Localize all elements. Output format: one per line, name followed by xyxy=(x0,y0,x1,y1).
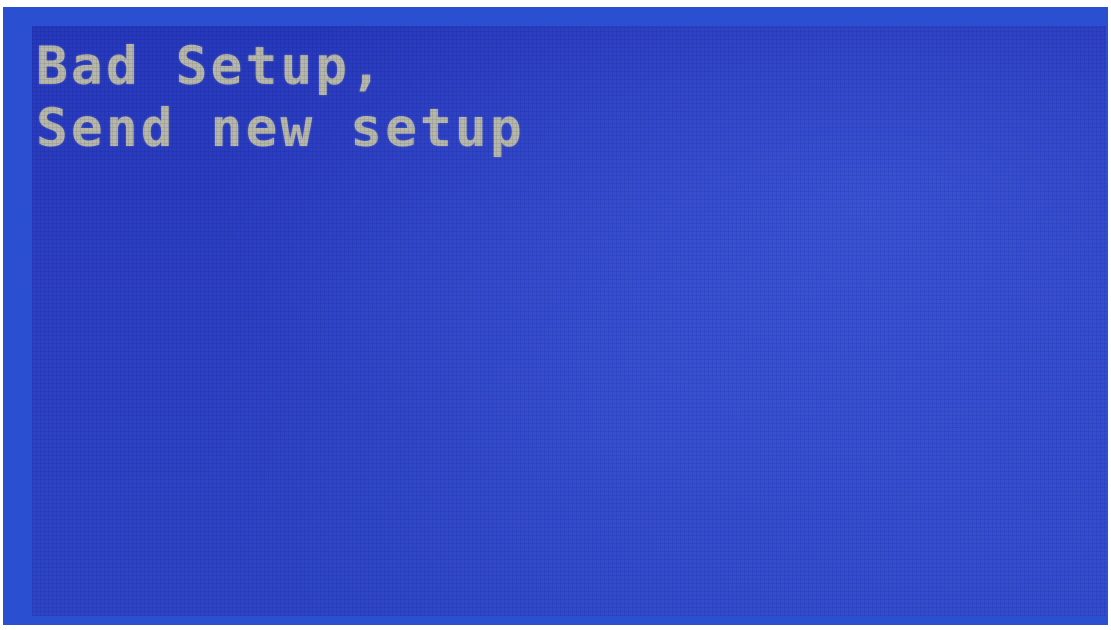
error-line-1: Bad Setup, xyxy=(36,36,386,97)
photo-frame: Bad Setup, Send new setup xyxy=(0,0,1111,630)
error-message: Bad Setup, Send new setup xyxy=(36,36,525,160)
error-line-2: Send new setup xyxy=(36,98,525,159)
lcd-display: Bad Setup, Send new setup xyxy=(32,26,1106,616)
